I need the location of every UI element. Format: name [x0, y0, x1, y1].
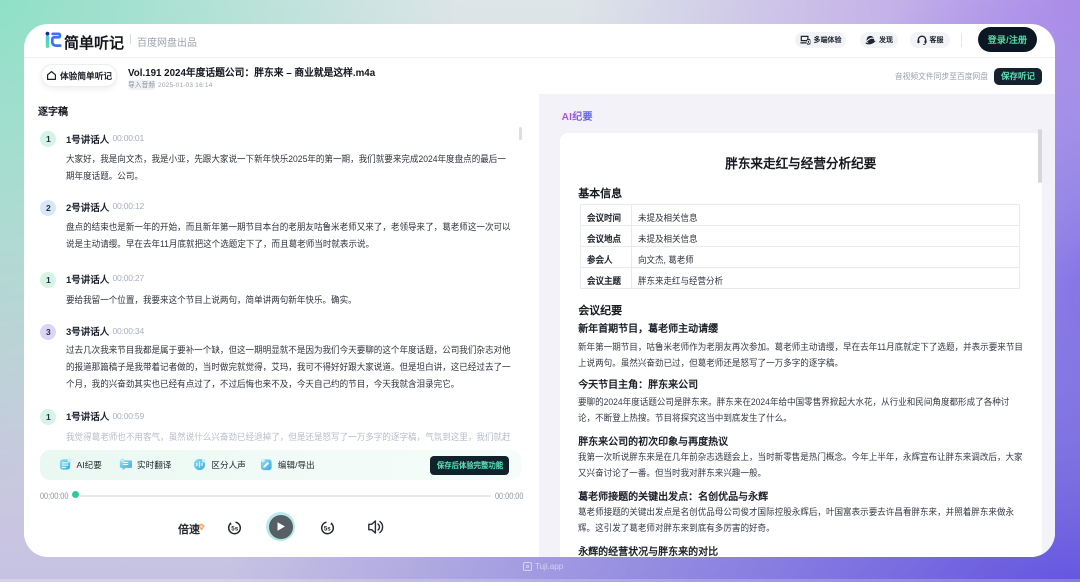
svg-text:5s: 5s [231, 525, 238, 532]
svg-text:5s: 5s [324, 525, 331, 532]
